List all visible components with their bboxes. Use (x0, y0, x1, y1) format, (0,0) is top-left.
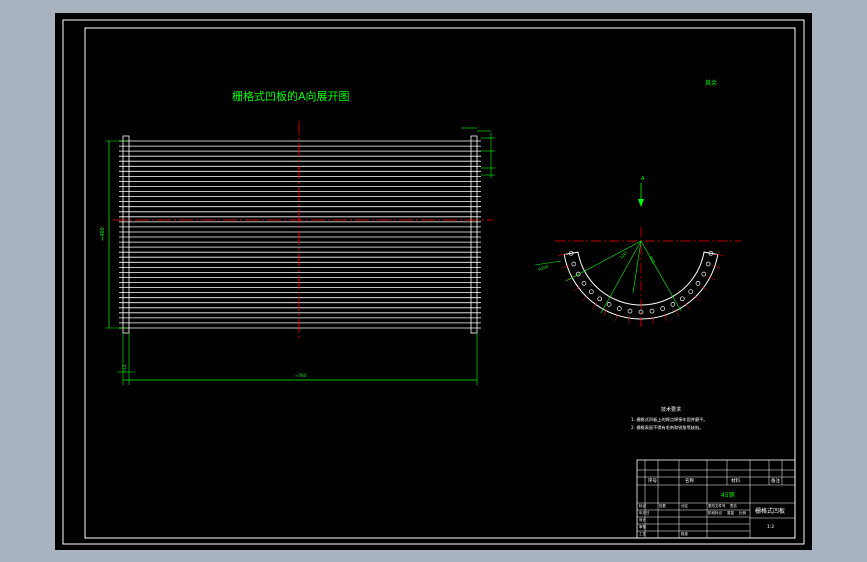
tb-cell-11: 重量 (727, 510, 735, 515)
tb-cell-4: 签名 (730, 503, 737, 508)
tb-cell-1: 处数 (659, 503, 667, 508)
wire-hole (588, 289, 594, 295)
arc-section-view: 120° Φ15 R150 (534, 227, 741, 327)
view-arrow-head (638, 199, 644, 207)
arc-dimension-label: R150 (538, 264, 550, 272)
tb-label-material: 材料 (731, 477, 740, 484)
wire-hole (679, 296, 685, 302)
tb-cell-10: 阶段标记 (708, 510, 722, 515)
left-side-rod (122, 135, 130, 334)
grate-development-view (119, 135, 481, 334)
wire-hole (606, 302, 612, 307)
bottom-dimension-label: ≈760 (295, 373, 306, 378)
view-arrow-label: A (641, 176, 645, 182)
radial-dimension-line (640, 240, 682, 312)
tb-label-remark: 备注 (771, 477, 780, 484)
view-title: 栅格式凹板的A向展开图 (232, 89, 350, 103)
tb-label-no: 序号 (648, 477, 657, 484)
inner-frame (84, 27, 796, 539)
wire-hole (597, 296, 603, 302)
roughness-mark: 其余 (705, 79, 717, 87)
wire-hole (649, 308, 655, 314)
tb-cell-0: 标记 (639, 503, 647, 508)
tb-cell-9: 批准 (681, 531, 689, 536)
tb-cell-12: 比例 (739, 510, 747, 515)
wire-hole (688, 289, 694, 295)
tb-cell-7: 审核 (639, 524, 647, 529)
tb-cell-3: 更改文件号 (708, 503, 726, 508)
outer-frame (62, 19, 805, 545)
tb-scale: 1:2 (767, 524, 774, 530)
cad-viewport[interactable]: 栅格式凹板的A向展开图 其余 ≈460 ≈12 ≈760 120° Φ15 R1… (55, 13, 812, 550)
tb-cell-5: 年月日 (639, 510, 650, 515)
notes-heading: 技术要求 (661, 406, 681, 413)
hole-center-mark (582, 295, 588, 302)
drawing-canvas: 栅格式凹板的A向展开图 其余 ≈460 ≈12 ≈760 120°Φ15R150… (62, 19, 805, 545)
wire-hole (660, 306, 666, 311)
notes-line-1: 1. 栅格式凹板上的焊点焊接牢固并磨平。 (631, 416, 708, 423)
wire-hole (571, 261, 577, 267)
tb-material: 45钢 (721, 491, 735, 499)
wire-hole (670, 302, 676, 307)
wire-hole (701, 271, 707, 277)
wire-hole (627, 308, 633, 314)
hole-center-mark (694, 295, 700, 302)
hole-center-mark (652, 316, 655, 325)
tb-cell-8: 工艺 (639, 531, 647, 536)
arc-dimension-label: 120° (618, 250, 629, 260)
notes-line-2: 2. 栅格表面不得有毛刺和锐角等缺陷。 (631, 424, 703, 431)
tb-part-name: 栅格式凹板 (755, 507, 785, 515)
tb-cell-2: 分区 (681, 503, 689, 508)
arc-dimension-label: Φ15 (648, 255, 657, 265)
hole-center-mark (627, 316, 630, 325)
wire-hole (695, 281, 701, 286)
tb-cell-6: 设计 (639, 517, 647, 522)
left-dimension-label: ≈460 (100, 227, 106, 241)
wire-hole (705, 261, 711, 267)
tb-label-name: 名称 (685, 477, 694, 484)
leader-line (534, 260, 562, 266)
bottom-dimension-small: ≈12 (122, 364, 127, 373)
wire-hole (616, 306, 622, 311)
title-block: 序号 名称 材料 备注 45钢 栅格式凹板 1:2 标记 处数 分区 更改文件号… (636, 459, 796, 539)
wire-hole (581, 281, 587, 286)
right-side-rod (470, 135, 478, 334)
right-side-dimensions (461, 127, 495, 178)
